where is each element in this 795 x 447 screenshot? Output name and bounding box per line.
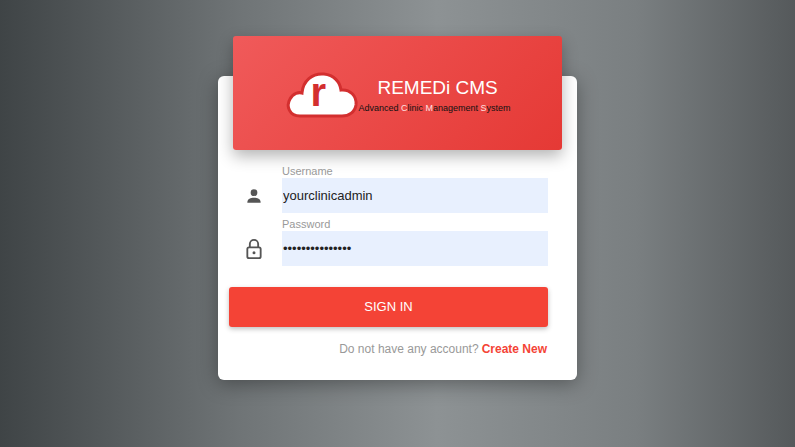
brand-title: REMEDi CMS <box>358 77 510 99</box>
password-input[interactable] <box>282 231 548 266</box>
lock-icon <box>242 231 266 266</box>
subtitle-segment: ystem <box>487 103 511 113</box>
username-input[interactable] <box>282 178 548 213</box>
subtitle-segment: M <box>425 103 433 113</box>
form-row: Username <box>242 164 548 213</box>
subtitle-segment: Advanced <box>358 103 401 113</box>
subtitle-segment: S <box>481 103 487 113</box>
logo-mark: r <box>310 72 326 112</box>
brand-header: r REMEDi CMS Advanced Clinic Management Sy… <box>233 36 562 150</box>
create-new-link[interactable]: Create New <box>482 340 547 358</box>
field-label: Password <box>282 217 548 231</box>
login-card: rREMEDi CMSAdvanced Clinic Management Sy… <box>218 76 577 380</box>
form-row: Password <box>242 217 548 266</box>
login-page: r REMEDi CMS Advanced Clinic Management Sy… <box>0 0 795 447</box>
field-label: Username <box>282 164 548 178</box>
brand-subtitle: Advanced Clinic Management System <box>358 102 510 114</box>
user-icon <box>242 178 266 213</box>
login-form: Username Password <box>218 164 577 266</box>
cloud-logo-icon: r <box>284 66 360 120</box>
sign-in-button[interactable]: SIGN IN <box>229 287 548 327</box>
subtitle-segment: anagement <box>433 103 481 113</box>
brand-text: REMEDi CMS Advanced Clinic Management Sys… <box>358 77 510 114</box>
subtitle-segment: linic <box>407 103 425 113</box>
subtitle-segment: C <box>401 103 408 113</box>
signup-prompt: Do not have any account? Create New <box>218 340 577 358</box>
prompt-text: Do not have any account? <box>339 340 478 358</box>
